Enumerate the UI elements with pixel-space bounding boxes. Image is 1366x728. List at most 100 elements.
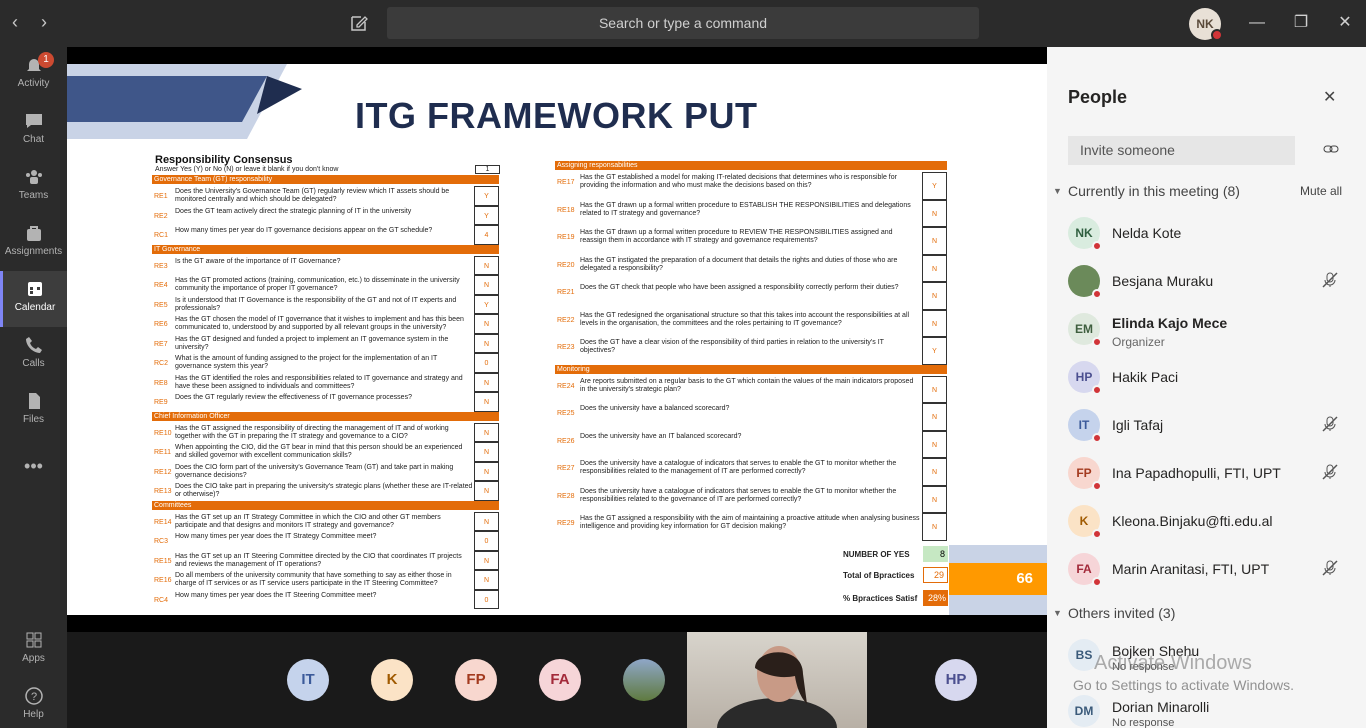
avatar[interactable]: NK — [1189, 8, 1223, 41]
answer-cell: N — [474, 333, 499, 353]
rail-help[interactable]: ? Help — [0, 678, 67, 728]
minimize-icon[interactable]: — — [1245, 12, 1269, 34]
forward-icon[interactable]: › — [41, 11, 47, 33]
answer-cell: N — [922, 375, 947, 403]
rail-label: Files — [22, 414, 45, 425]
question-text: Does the University's Governance Team (G… — [175, 188, 450, 203]
rail-chat[interactable]: Chat — [0, 103, 67, 159]
question-text: Has the GT assigned the responsibility o… — [175, 424, 449, 440]
rail-calls[interactable]: Calls — [0, 327, 67, 383]
question-code: RE3 — [154, 262, 168, 270]
question-text: Has the GT identified the roles and resp… — [175, 374, 463, 390]
title-bar: ‹ › Search or type a command NK — ❐ ✕ — [0, 0, 1366, 47]
question-code: RE16 — [154, 577, 172, 584]
question-text: Does the GT have a clear vision of the r… — [580, 339, 884, 354]
question-code: RE24 — [557, 382, 575, 390]
participant-row[interactable]: EM Elinda Kajo Mece Organizer — [1068, 309, 1358, 355]
avatar: DM — [1068, 695, 1100, 727]
answer-cell: N — [922, 254, 947, 282]
participant-role: Organizer — [1112, 335, 1165, 349]
question-code: RE9 — [154, 399, 168, 406]
section-bar: Monitoring — [555, 364, 947, 374]
mute-all-button[interactable]: Mute all — [1300, 184, 1342, 198]
avatar-initials: NK — [1196, 17, 1214, 31]
participant-name: Kleona.Binjaku@fti.edu.al — [1112, 513, 1273, 529]
mic-off-icon[interactable] — [1321, 463, 1339, 486]
people-panel: People ✕ Invite someone ▼ Currently in t… — [1047, 47, 1366, 728]
close-panel-icon[interactable]: ✕ — [1323, 87, 1336, 107]
participant-row[interactable]: K Kleona.Binjaku@fti.edu.al — [1068, 501, 1358, 547]
question-text: Is it understood that IT Governance is t… — [175, 296, 457, 312]
chevron-down-icon[interactable]: ▼ — [1053, 608, 1062, 618]
participant-name: Ina Papadhopulli, FTI, UPT — [1112, 465, 1281, 481]
question-text: Has the GT assigned a responsibility wit… — [580, 515, 920, 530]
maximize-icon[interactable]: ❐ — [1289, 12, 1313, 34]
rail-label: Teams — [18, 190, 49, 201]
rail-label: Assignments — [4, 246, 63, 257]
others-header[interactable]: Others invited (3) — [1068, 605, 1175, 621]
activity-badge: 1 — [38, 52, 54, 68]
answer-cell: Y — [474, 205, 499, 225]
teams-icon — [25, 170, 42, 184]
compose-icon[interactable] — [349, 13, 369, 33]
chevron-down-icon[interactable]: ▼ — [1053, 186, 1062, 196]
participant-video[interactable] — [687, 632, 867, 728]
calendar-icon — [28, 282, 42, 296]
rail-files[interactable]: Files — [0, 383, 67, 439]
participant-row[interactable]: Besjana Muraku — [1068, 261, 1358, 307]
question-text: Does the GT team actively direct the str… — [175, 207, 412, 215]
participant-tile[interactable]: FA — [539, 659, 581, 701]
participant-row[interactable]: FP Ina Papadhopulli, FTI, UPT — [1068, 453, 1358, 499]
participant-row[interactable]: IT Igli Tafaj — [1068, 405, 1358, 451]
question-text: Does the university have a catalogue of … — [580, 487, 897, 503]
question-text: Has the GT set up an IT Steering Committ… — [175, 552, 462, 568]
mic-off-icon[interactable] — [1321, 271, 1339, 294]
participant-row[interactable]: FA Marin Aranitasi, FTI, UPT — [1068, 549, 1358, 595]
answer-cell: Y — [922, 172, 947, 200]
shared-slide: ITG FRAMEWORK PUT Responsibility Consens… — [67, 64, 1047, 615]
answer-cell: N — [474, 275, 499, 295]
question-text: Has the GT drawn up a formal written pro… — [580, 201, 911, 217]
question-code: RE2 — [154, 212, 168, 220]
yes-label: NUMBER OF YES — [843, 550, 910, 559]
participant-tile[interactable]: HP — [935, 659, 977, 701]
participant-row[interactable]: HP Hakik Paci — [1068, 357, 1358, 403]
rail-teams[interactable]: Teams — [0, 159, 67, 215]
answer-cell: N — [474, 255, 499, 275]
participant-photo[interactable] — [623, 659, 665, 701]
more-apps-icon[interactable]: ••• — [0, 451, 67, 481]
rail-label: Chat — [22, 134, 45, 145]
participant-name: Hakik Paci — [1112, 369, 1179, 385]
section-bar: Assigning responsabilities — [555, 161, 947, 170]
search-input[interactable]: Search or type a command — [387, 7, 979, 39]
answer-cell: N — [922, 199, 947, 227]
close-icon[interactable]: ✕ — [1333, 12, 1357, 34]
question-code: RE18 — [557, 206, 575, 214]
answer-cell: N — [922, 430, 947, 458]
invited-row[interactable]: DM Dorian Minarolli No response — [1068, 691, 1358, 728]
current-header[interactable]: Currently in this meeting (8) — [1068, 183, 1240, 199]
total-value: 29 — [923, 567, 948, 583]
participant-row[interactable]: NK Nelda Kote — [1068, 213, 1358, 259]
link-icon[interactable] — [1323, 143, 1339, 155]
video-person — [717, 646, 837, 728]
rail-assignments[interactable]: Assignments — [0, 215, 67, 271]
mic-off-icon[interactable] — [1321, 559, 1339, 582]
invite-input[interactable]: Invite someone — [1068, 136, 1295, 165]
question-code: RE12 — [154, 468, 172, 476]
invited-status: No response — [1112, 717, 1175, 728]
section-bar: Chief Information Officer — [152, 411, 499, 421]
participant-tile[interactable]: K — [371, 659, 413, 701]
mic-off-icon[interactable] — [1321, 415, 1339, 438]
rail-activity[interactable]: 1 Activity — [0, 47, 67, 103]
back-icon[interactable]: ‹ — [12, 11, 18, 33]
rail-label: Help — [23, 709, 44, 720]
rail-apps[interactable]: Apps — [0, 622, 67, 678]
participant-tile[interactable]: IT — [287, 659, 329, 701]
participant-tile[interactable]: FP — [455, 659, 497, 701]
question-text: Has the GT established a model for makin… — [580, 174, 897, 189]
question-text: What is the amount of funding assigned t… — [175, 355, 438, 370]
rail-calendar[interactable]: Calendar — [0, 271, 67, 327]
rail-label: Calendar — [14, 302, 56, 313]
slide-title: ITG FRAMEWORK PUT — [355, 95, 758, 136]
